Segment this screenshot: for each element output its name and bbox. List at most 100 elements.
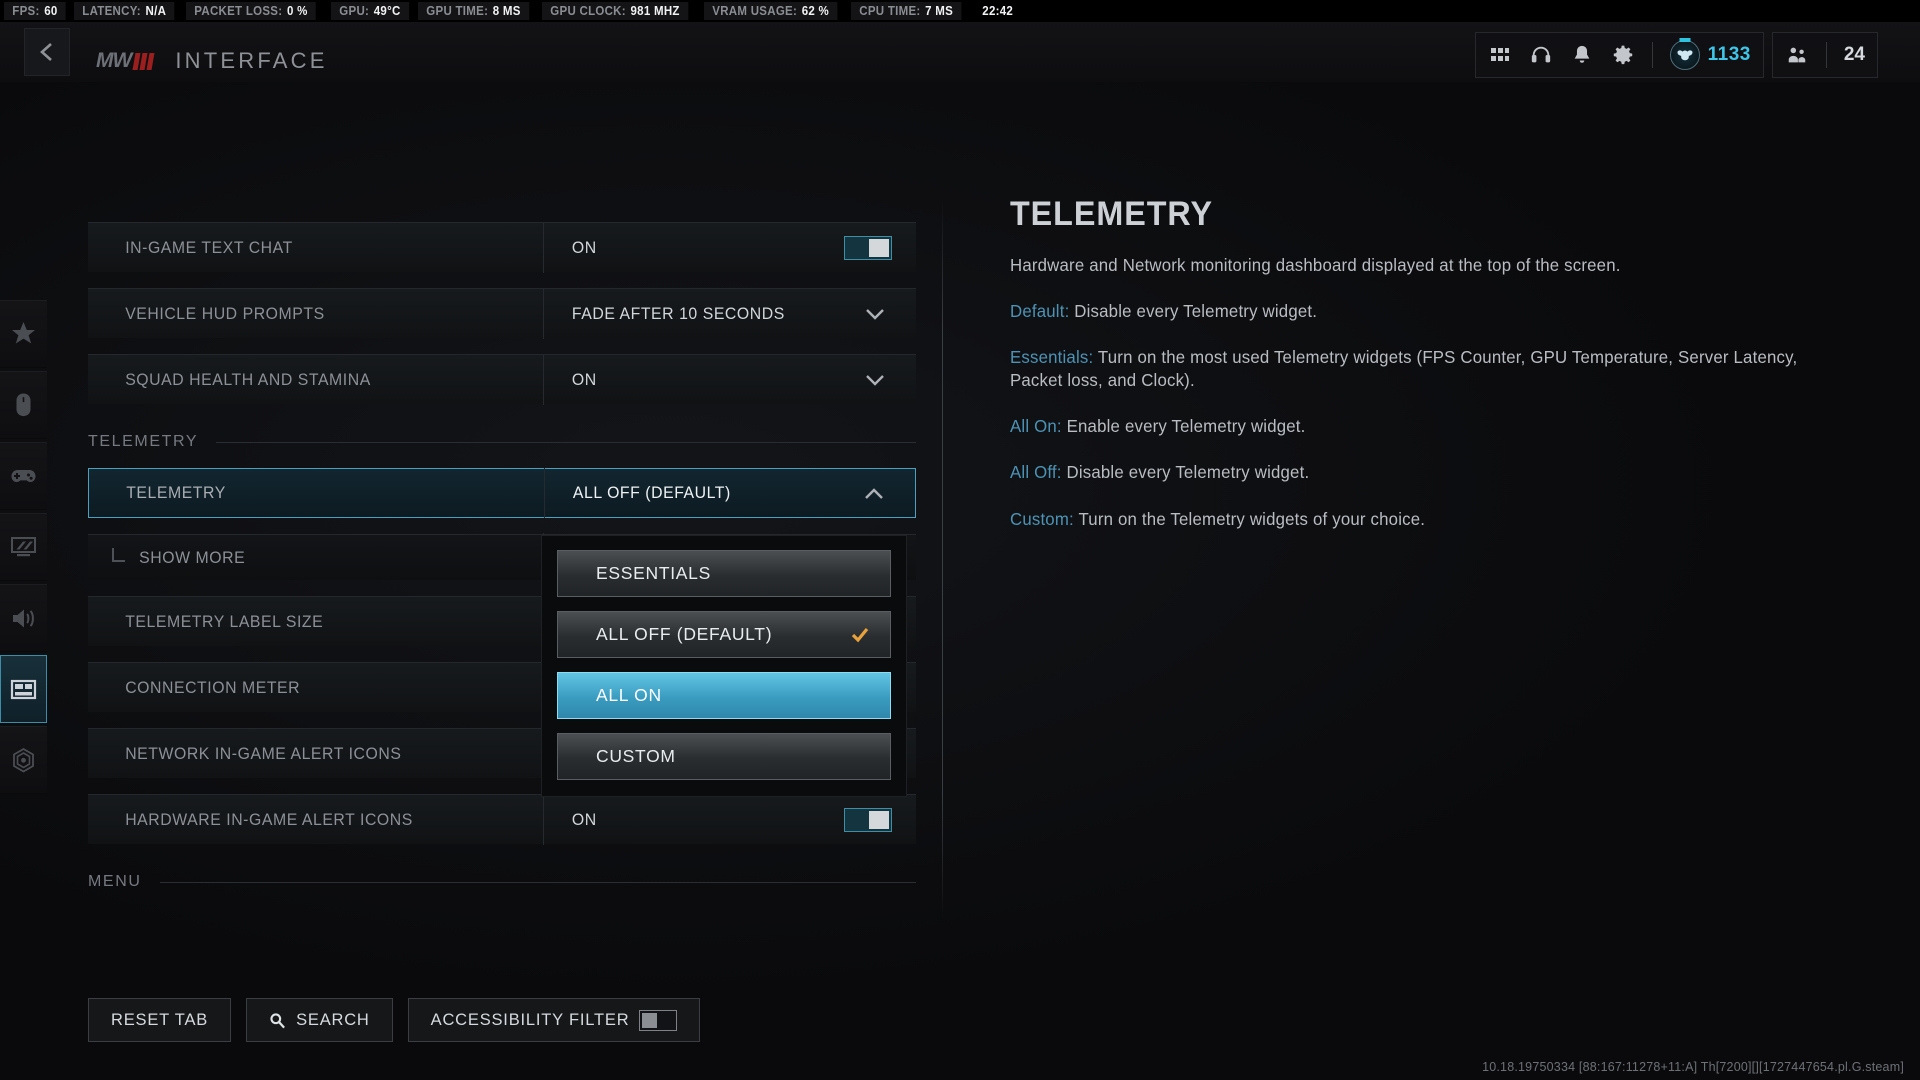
- telemetry-cell-label: GPU CLOCK:: [550, 4, 626, 18]
- detail-entry-text: Disable every Telemetry widget.: [1061, 462, 1310, 483]
- telemetry-clock-value: 22:42: [982, 4, 1014, 18]
- settings-row-label: SQUAD HEALTH AND STAMINA: [125, 369, 371, 389]
- settings-row-toggle[interactable]: [844, 236, 892, 260]
- settings-row-value: FADE AFTER 10 SECONDS: [571, 303, 785, 323]
- settings-row[interactable]: SQUAD HEALTH AND STAMINA ON: [88, 354, 916, 405]
- dropdown-option[interactable]: CUSTOM: [557, 733, 891, 780]
- detail-entry-term: Default:: [1010, 301, 1070, 322]
- detail-intro: Hardware and Network monitoring dashboar…: [1010, 255, 1621, 275]
- settings-row-label: HARDWARE IN-GAME ALERT ICONS: [125, 809, 413, 829]
- speaker-icon: [13, 609, 34, 627]
- settings-row[interactable]: TELEMETRY ALL OFF (DEFAULT): [88, 468, 916, 518]
- settings-row-label: NETWORK IN-GAME ALERT ICONS: [125, 743, 402, 763]
- search-label: SEARCH: [296, 1010, 370, 1029]
- header-bar: MW INTERFACE 1133 24: [0, 22, 1920, 82]
- squad-icon[interactable]: [1785, 43, 1809, 67]
- mouse-icon: [16, 393, 31, 416]
- telemetry-cell-label: CPU TIME:: [859, 4, 921, 18]
- chevron-left-icon: [40, 43, 52, 61]
- sidebar-item-graphics[interactable]: [0, 513, 47, 581]
- telemetry-cell-label: PACKET LOSS:: [194, 4, 283, 18]
- chevron-up-icon[interactable]: [863, 484, 885, 504]
- telemetry-dropdown-menu[interactable]: ESSENTIALS ALL OFF (DEFAULT) ALL ON CUSTOM: [541, 535, 907, 797]
- accessibility-filter-toggle[interactable]: [639, 1009, 678, 1031]
- telemetry-clock: 22:42: [974, 2, 1021, 20]
- dropdown-option[interactable]: ALL OFF (DEFAULT): [557, 611, 891, 658]
- sidebar-item-audio[interactable]: [0, 584, 47, 652]
- telemetry-overlay-bar: FPS: 60 LATENCY: N/A PACKET LOSS: 0 % GPU: 49°C…: [0, 0, 1920, 22]
- gamepad-icon: [11, 469, 36, 482]
- settings-row-value: ON: [571, 809, 597, 829]
- settings-row-toggle[interactable]: [844, 808, 892, 832]
- star-icon: [12, 321, 35, 343]
- header-icon-group: 1133: [1474, 32, 1764, 78]
- telemetry-cell: GPU TIME: 8 MS: [418, 2, 530, 20]
- telemetry-cell-value: 60: [44, 4, 58, 18]
- brand-area: MW INTERFACE: [96, 48, 328, 74]
- dropdown-option[interactable]: ALL ON: [557, 672, 891, 719]
- settings-row[interactable]: VEHICLE HUD PROMPTS FADE AFTER 10 SECONDS: [88, 288, 916, 339]
- chevron-down-icon[interactable]: [864, 370, 886, 390]
- telemetry-cell-value: 981 MHZ: [630, 4, 680, 18]
- telemetry-cell-value: 49°C: [373, 4, 401, 18]
- gear-icon[interactable]: [1611, 43, 1635, 67]
- settings-row[interactable]: IN-GAME TEXT CHAT ON: [88, 222, 916, 273]
- settings-row-value: ALL OFF (DEFAULT): [572, 483, 731, 502]
- check-icon: [850, 625, 870, 645]
- sidebar-item-interface[interactable]: [0, 655, 47, 723]
- section-header-label: MENU: [88, 873, 142, 890]
- detail-entry-term: Custom:: [1010, 508, 1074, 529]
- settings-row-label: VEHICLE HUD PROMPTS: [125, 303, 325, 323]
- reset-tab-button[interactable]: RESET TAB: [88, 998, 232, 1042]
- telemetry-cell: FPS: 60: [4, 2, 66, 20]
- section-header-telemetry: TELEMETRY: [88, 420, 916, 464]
- detail-entry-text: Enable every Telemetry widget.: [1061, 416, 1306, 437]
- reset-tab-label: RESET TAB: [111, 1010, 209, 1029]
- telemetry-cell: CPU TIME: 7 MS: [851, 2, 962, 20]
- settings-row-label: CONNECTION METER: [125, 677, 301, 697]
- squad-count: 24: [1843, 44, 1865, 65]
- section-header-label: TELEMETRY: [88, 433, 199, 450]
- squad-group: 24: [1771, 32, 1878, 78]
- accessibility-filter-button[interactable]: ACCESSIBILITY FILTER: [407, 998, 701, 1042]
- telemetry-cell: GPU CLOCK: 981 MHZ: [541, 2, 688, 20]
- section-header-line: [159, 881, 916, 883]
- radar-icon: [13, 747, 34, 773]
- settings-row-value: ON: [571, 237, 597, 257]
- sidebar-item-account[interactable]: [0, 726, 47, 794]
- telemetry-cell: GPU: 49°C: [330, 2, 409, 20]
- mw-logo: MW: [96, 49, 155, 73]
- page-title: INTERFACE: [175, 48, 328, 73]
- settings-row-label: IN-GAME TEXT CHAT: [125, 237, 293, 257]
- player-level-badge[interactable]: 1133: [1669, 40, 1751, 70]
- telemetry-cell: VRAM USAGE: 62 %: [703, 2, 837, 20]
- section-header-menu: MENU: [88, 860, 916, 904]
- header-right-controls: 1133 24: [1474, 32, 1878, 78]
- dropdown-option[interactable]: ESSENTIALS: [557, 550, 891, 597]
- back-button[interactable]: [24, 28, 70, 76]
- sidebar-item-favorites[interactable]: [0, 300, 47, 368]
- headphones-icon[interactable]: [1529, 43, 1553, 67]
- monitor-icon: [11, 536, 36, 556]
- settings-row-value: ON: [571, 369, 597, 389]
- build-version-string: 10.18.19750334 [88:167:11278+11:A] Th[72…: [1482, 1060, 1904, 1074]
- settings-row[interactable]: HARDWARE IN-GAME ALERT ICONS ON: [88, 794, 916, 845]
- bell-icon[interactable]: [1570, 43, 1594, 67]
- telemetry-cell: PACKET LOSS: 0 %: [186, 2, 317, 20]
- settings-row-label: TELEMETRY: [126, 483, 226, 502]
- chevron-down-icon[interactable]: [864, 304, 886, 324]
- sidebar-item-mouse-keyboard[interactable]: [0, 371, 47, 439]
- search-button[interactable]: SEARCH: [246, 998, 393, 1042]
- detail-entry-text: Turn on the most used Telemetry widgets …: [1010, 347, 1798, 391]
- detail-panel: TELEMETRY Hardware and Network monitorin…: [1010, 195, 1860, 554]
- telemetry-cell-value: 0 %: [287, 4, 308, 18]
- grid-icon[interactable]: [1488, 43, 1512, 67]
- detail-entry: Default: Disable every Telemetry widget.: [1010, 300, 1805, 323]
- settings-row-label: SHOW MORE: [139, 547, 246, 567]
- header-divider: [1651, 42, 1653, 68]
- interface-layout-icon: [10, 679, 37, 699]
- detail-entry: Custom: Turn on the Telemetry widgets of…: [1010, 508, 1805, 531]
- sidebar-item-controller[interactable]: [0, 442, 47, 510]
- section-header-line: [216, 441, 916, 443]
- detail-entry-term: All On:: [1010, 416, 1062, 437]
